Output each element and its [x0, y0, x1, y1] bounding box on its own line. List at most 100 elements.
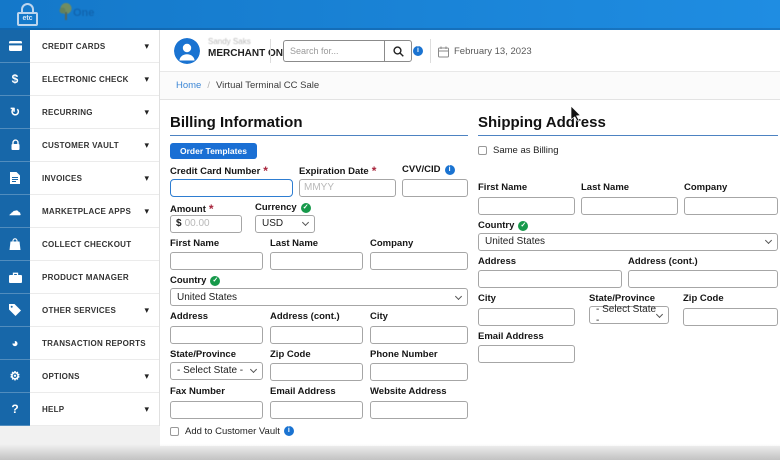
credit-card-number-label: Credit Card Number* — [170, 164, 293, 175]
chevron-down-icon[interactable]: ▾ — [144, 371, 149, 382]
dollar-icon[interactable]: $ — [0, 63, 30, 96]
sidebar-item-marketplace-apps[interactable]: MARKETPLACE APPS ▾ — [30, 195, 159, 228]
avatar[interactable] — [174, 38, 200, 64]
credit-card-icon[interactable] — [0, 30, 30, 63]
mouse-cursor — [571, 106, 582, 127]
billing-last-name-label: Last Name — [270, 238, 363, 249]
shipping-city-label: City — [478, 293, 575, 304]
sidebar-item-invoices[interactable]: INVOICES ▾ — [30, 162, 159, 195]
billing-state-label: State/Province — [170, 349, 263, 360]
shipping-email-label: Email Address — [478, 331, 575, 342]
add-to-vault-row: Add to Customer Vault i — [170, 426, 468, 437]
billing-first-name-label: First Name — [170, 238, 263, 249]
tag-icon[interactable] — [0, 294, 30, 327]
billing-address2-input[interactable] — [270, 326, 363, 344]
sidebar-item-transaction-reports[interactable]: TRANSACTION REPORTS — [30, 327, 159, 360]
lock-icon[interactable] — [0, 129, 30, 162]
shipping-address2-input[interactable] — [628, 270, 778, 288]
invoice-icon[interactable] — [0, 162, 30, 195]
billing-fax-input[interactable] — [170, 401, 263, 419]
amount-field: $ — [170, 215, 242, 233]
gears-icon[interactable]: ⚙ — [0, 360, 30, 393]
billing-website-input[interactable] — [370, 401, 468, 419]
top-app-bar: etc One — [0, 0, 780, 30]
breadcrumb-home-link[interactable]: Home — [176, 80, 201, 91]
sidebar-item-help[interactable]: HELP ▾ — [30, 393, 159, 426]
merchant-name: MERCHANT ONE — [208, 48, 290, 59]
same-as-billing-checkbox[interactable] — [478, 146, 487, 155]
add-to-vault-checkbox[interactable] — [170, 427, 179, 436]
billing-company-input[interactable] — [370, 252, 468, 270]
info-icon[interactable]: i — [284, 426, 294, 436]
chevron-down-icon[interactable]: ▾ — [144, 173, 149, 184]
sidebar-item-electronic-check[interactable]: ELECTRONIC CHECK ▾ — [30, 63, 159, 96]
chevron-down-icon[interactable]: ▾ — [144, 41, 149, 52]
chevron-down-icon — [455, 292, 462, 299]
search-button[interactable] — [384, 40, 412, 62]
currency-select[interactable]: USD — [255, 215, 315, 233]
billing-address-input[interactable] — [170, 326, 263, 344]
briefcase-icon[interactable] — [0, 261, 30, 294]
billing-phone-input[interactable] — [370, 363, 468, 381]
amount-input[interactable] — [185, 217, 241, 231]
virtual-terminal-page: etc One $ ↻ ☁ — [0, 0, 780, 460]
recurring-icon[interactable]: ↻ — [0, 96, 30, 129]
shipping-first-name-input[interactable] — [478, 197, 575, 215]
chevron-down-icon — [765, 237, 772, 244]
sidebar-item-collect-checkout[interactable]: COLLECT CHECKOUT — [30, 228, 159, 261]
credit-card-number-input[interactable] — [170, 179, 293, 197]
currency-label: Currency✓ — [255, 202, 315, 213]
chevron-down-icon[interactable]: ▾ — [144, 404, 149, 415]
shopping-bag-icon[interactable] — [0, 228, 30, 261]
chevron-down-icon — [656, 310, 663, 317]
sidebar-item-customer-vault[interactable]: CUSTOMER VAULT ▾ — [30, 129, 159, 162]
search-input[interactable] — [283, 40, 384, 62]
same-as-billing-row: Same as Billing — [478, 145, 778, 156]
billing-fax-label: Fax Number — [170, 386, 263, 397]
sidebar-menu: CREDIT CARDS ▾ ELECTRONIC CHECK ▾ RECURR… — [30, 30, 160, 426]
billing-email-label: Email Address — [270, 386, 363, 397]
billing-country-select[interactable]: United States — [170, 288, 468, 306]
sidebar-item-other-services[interactable]: OTHER SERVICES ▾ — [30, 294, 159, 327]
chevron-down-icon[interactable]: ▾ — [144, 206, 149, 217]
chevron-down-icon[interactable]: ▾ — [144, 140, 149, 151]
cvv-input[interactable] — [402, 179, 468, 197]
info-icon[interactable]: i — [445, 165, 455, 175]
shipping-last-name-input[interactable] — [581, 197, 678, 215]
billing-zip-input[interactable] — [270, 363, 363, 381]
expiration-date-input[interactable] — [299, 179, 396, 197]
breadcrumb: Home / Virtual Terminal CC Sale — [160, 72, 780, 100]
billing-city-input[interactable] — [370, 326, 468, 344]
billing-first-name-input[interactable] — [170, 252, 263, 270]
billing-title: Billing Information — [170, 114, 468, 136]
sidebar-item-recurring[interactable]: RECURRING ▾ — [30, 96, 159, 129]
verified-check-icon: ✓ — [518, 221, 528, 231]
shipping-city-input[interactable] — [478, 308, 575, 326]
expiration-date-label: Expiration Date* — [299, 164, 396, 175]
sidebar-item-credit-cards[interactable]: CREDIT CARDS ▾ — [30, 30, 159, 63]
shipping-country-select[interactable]: United States — [478, 233, 778, 251]
shipping-company-input[interactable] — [684, 197, 778, 215]
cloud-icon[interactable]: ☁ — [0, 195, 30, 228]
chevron-down-icon[interactable]: ▾ — [144, 305, 149, 316]
required-asterisk: * — [263, 164, 268, 178]
current-date: February 13, 2023 — [454, 46, 532, 57]
billing-state-select[interactable]: - Select State - — [170, 362, 263, 380]
sidebar-item-options[interactable]: OPTIONS ▾ — [30, 360, 159, 393]
billing-email-input[interactable] — [270, 401, 363, 419]
info-icon[interactable]: i — [413, 46, 423, 56]
billing-last-name-input[interactable] — [270, 252, 363, 270]
lock-logo-icon: etc — [16, 3, 40, 27]
sidebar-item-product-manager[interactable]: PRODUCT MANAGER — [30, 261, 159, 294]
shipping-address-input[interactable] — [478, 270, 622, 288]
chevron-down-icon — [250, 366, 257, 373]
chevron-down-icon[interactable]: ▾ — [144, 74, 149, 85]
shipping-state-select[interactable]: - Select State - — [589, 306, 669, 324]
pie-chart-icon[interactable]: ◕ — [0, 327, 30, 360]
shipping-zip-input[interactable] — [683, 308, 778, 326]
chevron-down-icon[interactable]: ▾ — [144, 107, 149, 118]
help-icon[interactable]: ? — [0, 393, 30, 426]
shipping-email-input[interactable] — [478, 345, 575, 363]
required-asterisk: * — [209, 202, 214, 216]
order-templates-button[interactable]: Order Templates — [170, 143, 257, 159]
